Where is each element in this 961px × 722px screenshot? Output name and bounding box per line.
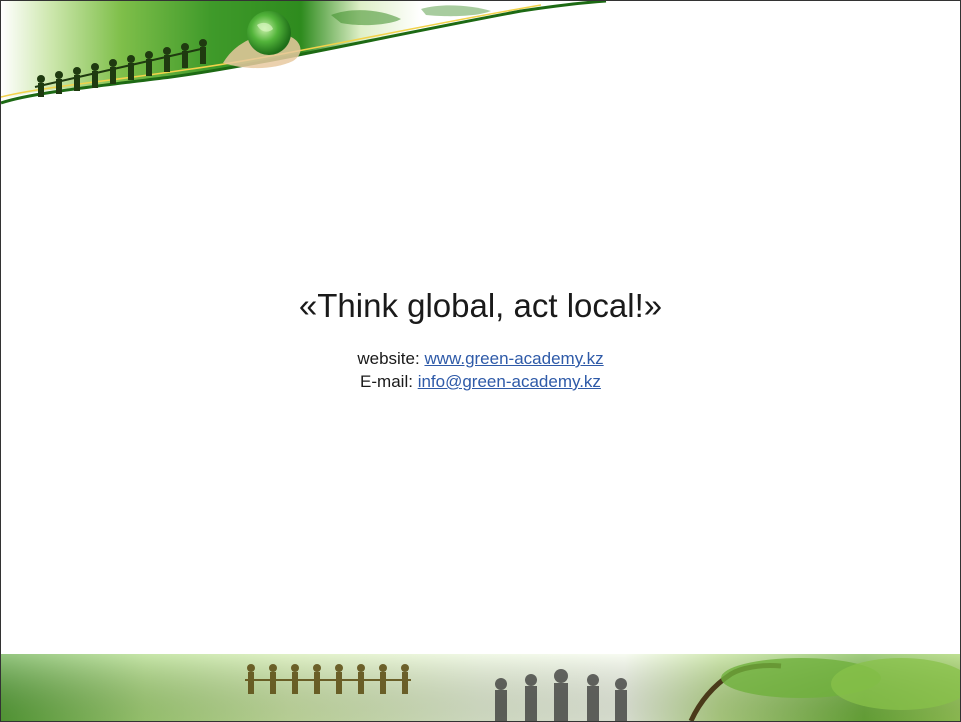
email-label: E-mail: <box>360 372 413 391</box>
email-link[interactable]: info@green-academy.kz <box>418 372 601 391</box>
website-label: website: <box>357 349 420 368</box>
footer-banner <box>1 654 960 721</box>
slide-title: «Think global, act local!» <box>298 287 663 324</box>
slide: «Think global, act local!» website: www.… <box>0 0 961 722</box>
website-link[interactable]: www.green-academy.kz <box>424 349 603 368</box>
email-line: E-mail: info@green-academy.kz <box>1 372 960 392</box>
website-line: website: www.green-academy.kz <box>1 349 960 369</box>
header-banner <box>1 1 607 105</box>
